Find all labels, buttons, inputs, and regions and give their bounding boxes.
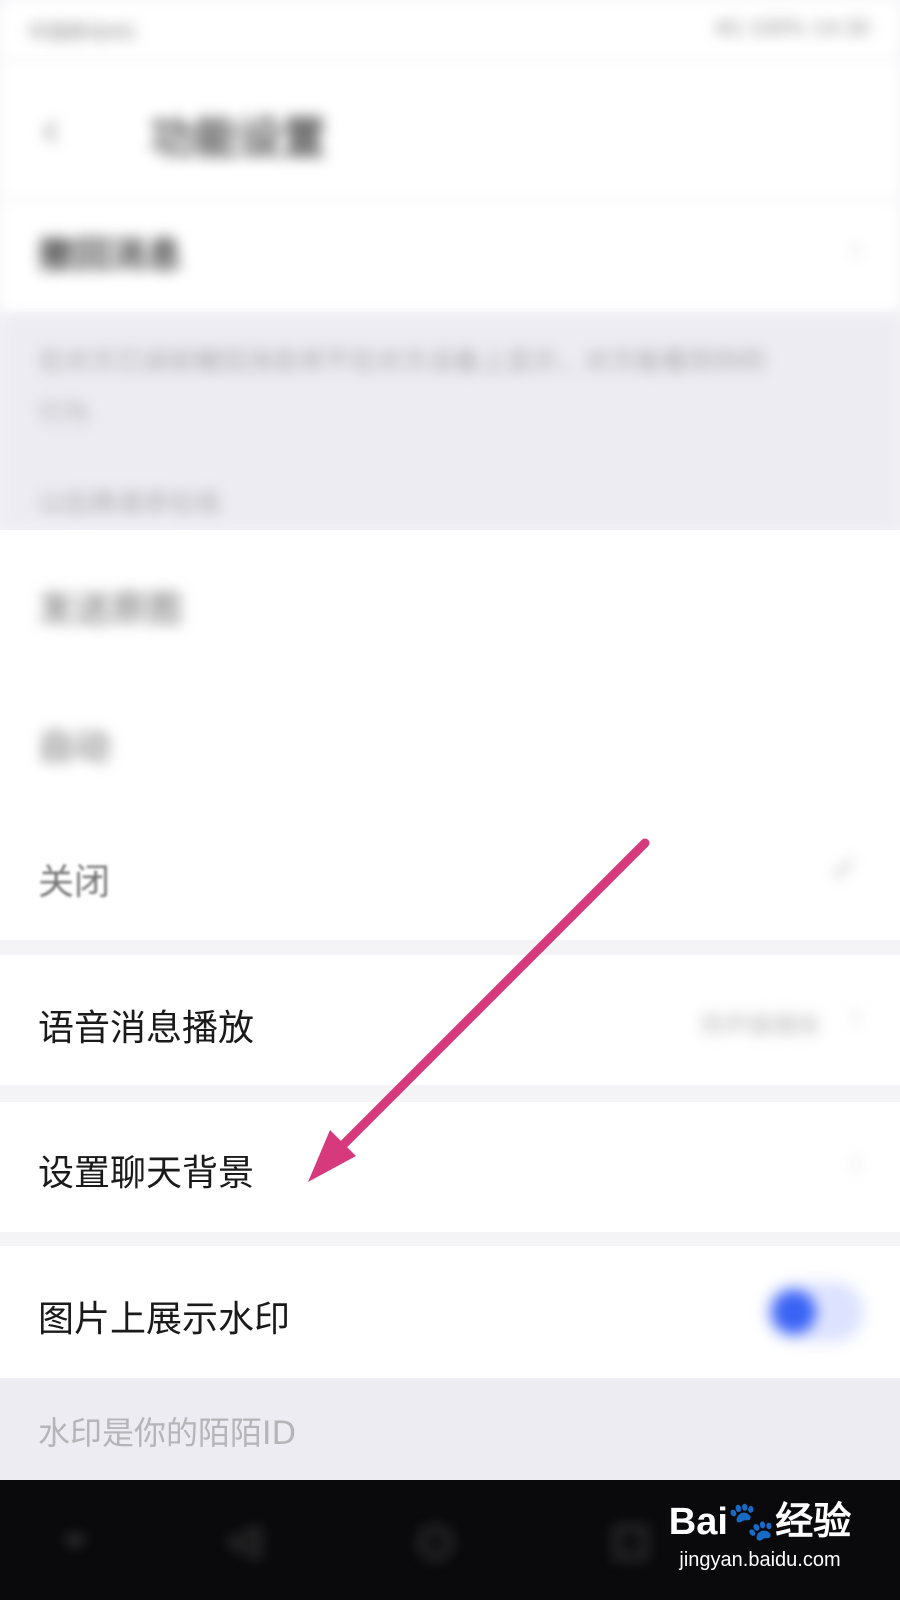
square-recent-icon[interactable]: □ xyxy=(612,1510,650,1570)
chevron-right-icon: › xyxy=(850,1146,862,1181)
voice-playback-row[interactable]: 语音消息播放 扬声器播放 › xyxy=(0,955,900,1085)
close-label: 关闭 xyxy=(38,862,111,903)
chevron-right-icon: › xyxy=(850,232,862,267)
watermark-desc-text: 水印是你的陌陌ID xyxy=(38,1414,297,1452)
recall-message-label: 撤回消息 xyxy=(38,235,183,276)
chat-background-row[interactable]: 设置聊天背景 › xyxy=(0,1102,900,1232)
triangle-back-icon[interactable]: ◁ xyxy=(228,1510,259,1570)
checkmark-icon: ✓ xyxy=(829,849,860,890)
recall-desc-line1: 在对方已读前撤回消息将不在对方设备上显示，对方能看到你的 xyxy=(38,347,767,377)
watermark-toggle-label: 图片上展示水印 xyxy=(38,1299,291,1340)
auto-label: 自动 xyxy=(38,727,111,768)
status-icons-text: 4G 100% 14:30 xyxy=(714,16,870,40)
chat-background-label: 设置聊天背景 xyxy=(38,1153,255,1194)
recall-desc-line3: 以后再请求在线 xyxy=(38,489,221,519)
watermark-logo: Bai🐾经验 xyxy=(668,1501,852,1543)
send-original-label: 发送原图 xyxy=(38,589,183,630)
watermark-url: jingyan.baidu.com xyxy=(679,1549,841,1571)
watermark-toggle-switch[interactable] xyxy=(764,1282,864,1342)
close-row[interactable]: 关闭 ✓ xyxy=(0,805,900,940)
back-arrow-icon[interactable]: ‹ xyxy=(40,100,90,160)
send-original-row[interactable]: 发送原图 xyxy=(0,530,900,670)
watermark-toggle-row: 图片上展示水印 xyxy=(0,1246,900,1378)
watermark-description: 水印是你的陌陌ID xyxy=(0,1378,900,1480)
voice-playback-label: 语音消息播放 xyxy=(38,1008,255,1049)
status-bar: 中国移动4G 4G 100% 14:30 xyxy=(0,0,900,60)
image-option-group: 发送原图 自动 关闭 ✓ xyxy=(0,530,900,940)
header: ‹ 功能设置 xyxy=(0,60,900,200)
circle-home-icon[interactable]: ○ xyxy=(418,1510,453,1570)
recall-desc-line2: 行为 xyxy=(38,399,91,429)
settings-page: 中国移动4G 4G 100% 14:30 ‹ 功能设置 撤回消息 › 在对方已读… xyxy=(0,0,900,1600)
page-title: 功能设置 xyxy=(150,113,326,164)
carrier-text: 中国移动4G xyxy=(28,20,137,44)
toggle-knob xyxy=(772,1290,816,1334)
chevron-right-icon: › xyxy=(850,999,862,1034)
recall-description: 在对方已读前撤回消息将不在对方设备上显示，对方能看到你的 行为 以后再请求在线 xyxy=(0,315,900,530)
chevron-down-icon[interactable]: ⌄ xyxy=(58,1502,92,1562)
recall-message-row[interactable]: 撤回消息 › xyxy=(0,200,900,315)
baidu-jingyan-watermark: Bai🐾经验 jingyan.baidu.com xyxy=(660,1490,860,1572)
auto-row[interactable]: 自动 xyxy=(0,670,900,805)
voice-playback-value: 扬声器播放 xyxy=(700,1011,820,1039)
